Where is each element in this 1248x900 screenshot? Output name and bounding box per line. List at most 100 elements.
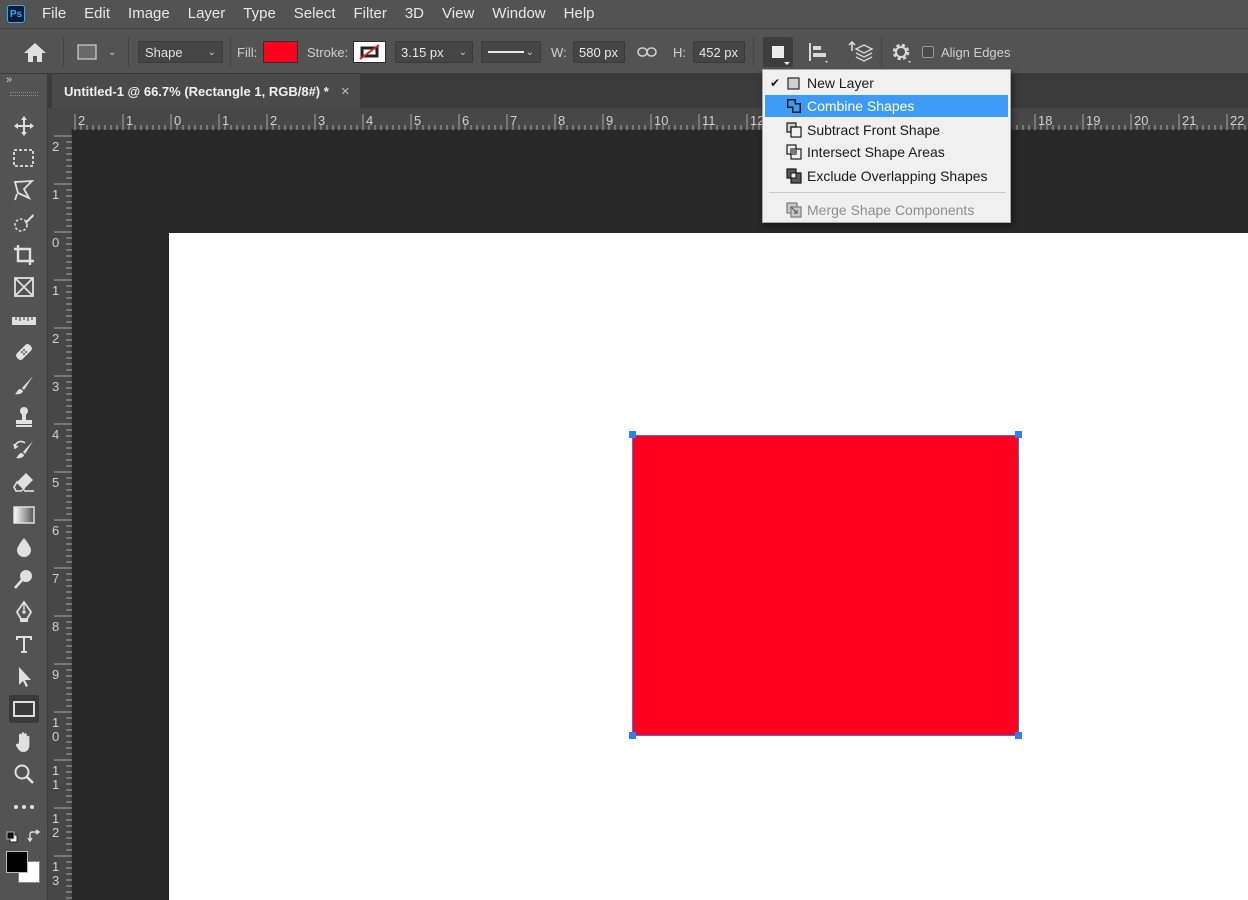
document-tab[interactable]: Untitled-1 @ 66.7% (Rectangle 1, RGB/8#)…	[52, 74, 360, 108]
menu-item-label: Exclude Overlapping Shapes	[807, 168, 988, 184]
tools-panel: »	[0, 74, 48, 900]
lasso-tool[interactable]	[9, 176, 39, 204]
align-left-icon	[809, 43, 828, 63]
eraser-tool[interactable]	[9, 468, 39, 496]
vertical-ruler-ticks: 21012345678910111213	[52, 135, 72, 899]
link-dimensions-button[interactable]	[637, 29, 657, 75]
divider	[63, 37, 64, 67]
zoom-tool[interactable]	[9, 760, 39, 788]
menu-type[interactable]: Type	[234, 0, 285, 28]
swap-colors-button[interactable]	[27, 829, 41, 848]
chevron-down-icon: ⌄	[458, 46, 467, 58]
close-icon[interactable]: ×	[341, 83, 350, 100]
divider	[753, 37, 754, 67]
collapse-panel-button[interactable]: »	[6, 74, 12, 86]
clone-stamp-tool[interactable]	[9, 403, 39, 431]
menu-select[interactable]: Select	[285, 0, 345, 28]
menu-file[interactable]: File	[33, 0, 75, 28]
rectangle-icon	[13, 701, 35, 717]
dodge-icon	[14, 570, 32, 589]
menu-item-combine-shapes[interactable]: Combine Shapes	[765, 95, 1008, 117]
stamp-icon	[16, 407, 32, 427]
frame-tool[interactable]	[9, 273, 39, 301]
height-value: 452 px	[699, 44, 739, 60]
stroke-type-select[interactable]: ⌄	[481, 41, 541, 63]
horizontal-ruler[interactable]: 2 1 0 1 2 3 4 5 6 7 8 9 10 11 12 18 19 20 21 22	[72, 108, 1248, 130]
move-tool[interactable]	[9, 112, 39, 140]
home-button[interactable]	[20, 29, 50, 75]
home-icon	[24, 43, 46, 62]
menu-help[interactable]: Help	[555, 0, 604, 28]
ruler-label: 1	[52, 187, 59, 202]
magnifier-icon	[14, 764, 34, 784]
history-brush-tool[interactable]	[9, 436, 39, 464]
stroke-label: Stroke:	[307, 44, 349, 60]
width-input[interactable]: 580 px	[573, 41, 625, 63]
ruler-label: 3	[318, 113, 325, 128]
vertical-ruler[interactable]: 21012345678910111213	[48, 130, 72, 900]
transform-handle-top-right[interactable]	[1015, 431, 1022, 438]
brush-tool[interactable]	[9, 371, 39, 399]
transform-handle-bottom-left[interactable]	[629, 732, 636, 739]
marquee-tool[interactable]	[9, 144, 39, 172]
rectangle-shape-layer[interactable]	[632, 435, 1019, 736]
menu-layer[interactable]: Layer	[179, 0, 235, 28]
transform-handle-bottom-right[interactable]	[1015, 732, 1022, 739]
tool-preset-picker[interactable]: ⌄	[76, 29, 116, 75]
stroke-width-input[interactable]: 3.15 px ⌄	[395, 41, 473, 63]
history-brush-icon	[13, 440, 33, 459]
ruler-tool[interactable]	[9, 306, 39, 334]
photoshop-logo-icon[interactable]: Ps	[7, 5, 25, 23]
stroke-width-value: 3.15 px	[401, 44, 444, 60]
panel-grip[interactable]	[10, 92, 38, 96]
arrow-pointer-icon	[19, 667, 31, 687]
healing-brush-tool[interactable]	[9, 338, 39, 366]
menu-item-new-layer[interactable]: ✔ New Layer	[765, 72, 1008, 94]
menu-item-merge-shape-components[interactable]: Merge Shape Components	[765, 199, 1008, 221]
eraser-icon	[13, 473, 34, 492]
ruler-label: 5	[414, 113, 421, 128]
ruler-label: 1	[52, 715, 59, 730]
gear-icon	[892, 43, 911, 63]
menu-item-label: Combine Shapes	[807, 98, 915, 114]
path-operations-button[interactable]	[763, 37, 793, 67]
pen-tool[interactable]	[9, 598, 39, 626]
blur-tool[interactable]	[9, 533, 39, 561]
menu-item-exclude-overlapping-shapes[interactable]: Exclude Overlapping Shapes	[765, 165, 1008, 187]
ruler-icon	[12, 317, 36, 325]
ruler-label: 19	[1086, 113, 1100, 128]
menu-view[interactable]: View	[433, 0, 483, 28]
polygonal-lasso-icon	[13, 179, 35, 201]
tool-mode-select[interactable]: Shape ⌄	[138, 41, 223, 63]
arrange-layers-icon	[848, 40, 874, 62]
menu-item-intersect-shape-areas[interactable]: Intersect Shape Areas	[765, 141, 1008, 163]
dodge-tool[interactable]	[9, 565, 39, 593]
stroke-color-swatch[interactable]	[353, 41, 386, 63]
type-tool[interactable]	[9, 630, 39, 658]
menu-3d[interactable]: 3D	[396, 0, 433, 28]
foreground-color-swatch[interactable]	[6, 851, 28, 873]
ruler-label: 5	[52, 475, 59, 490]
ruler-label: 20	[1134, 113, 1148, 128]
edit-toolbar-button[interactable]	[9, 793, 39, 821]
rectangle-tool[interactable]	[9, 695, 39, 723]
menu-edit[interactable]: Edit	[75, 0, 119, 28]
quick-selection-tool[interactable]	[9, 209, 39, 237]
menu-filter[interactable]: Filter	[345, 0, 396, 28]
gradient-tool[interactable]	[9, 501, 39, 529]
menu-window[interactable]: Window	[483, 0, 554, 28]
align-edges-checkbox[interactable]	[922, 46, 934, 58]
menu-image[interactable]: Image	[119, 0, 179, 28]
fill-color-swatch[interactable]	[263, 41, 298, 63]
transform-handle-top-left[interactable]	[629, 431, 636, 438]
new-layer-icon	[785, 74, 807, 92]
height-input[interactable]: 452 px	[693, 41, 745, 63]
path-selection-tool[interactable]	[9, 663, 39, 691]
ruler-corner[interactable]	[48, 108, 72, 130]
default-colors-button[interactable]	[6, 830, 18, 848]
hand-tool[interactable]	[9, 728, 39, 756]
menu-item-subtract-front-shape[interactable]: Subtract Front Shape	[765, 119, 1008, 141]
document-tab-bar: Untitled-1 @ 66.7% (Rectangle 1, RGB/8#)…	[48, 74, 1248, 108]
chevron-down-icon: ⌄	[207, 46, 216, 58]
crop-tool[interactable]	[9, 241, 39, 269]
